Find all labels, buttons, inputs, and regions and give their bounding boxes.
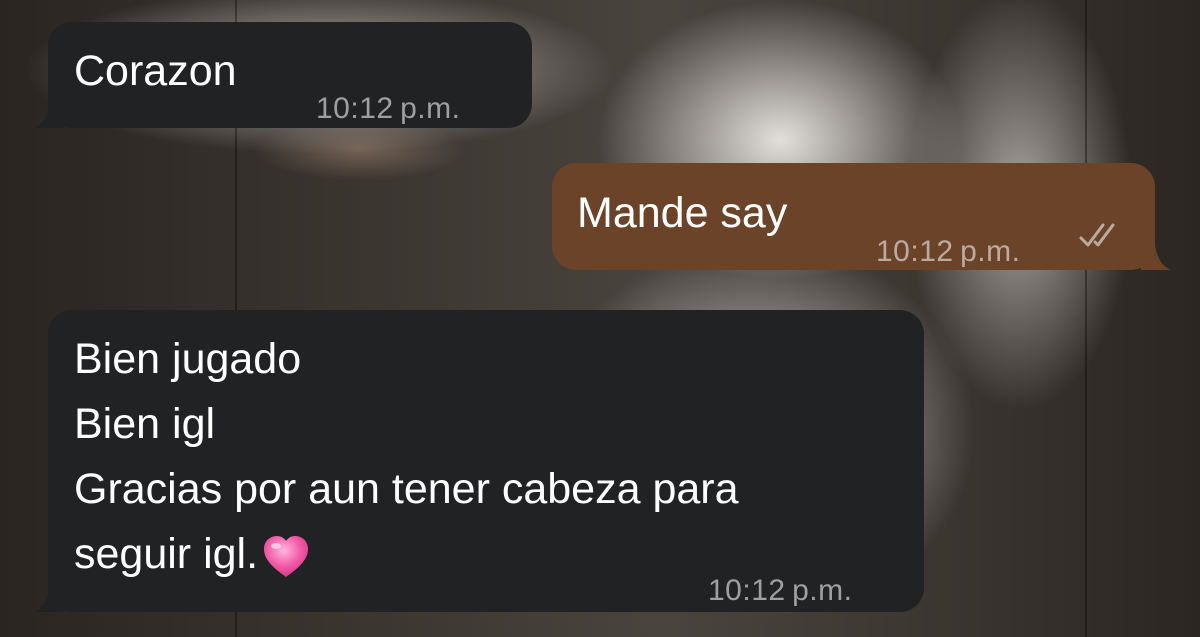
message-timestamp: 10:12 p.m.: [708, 574, 853, 607]
wallpaper-plank-line: [1085, 0, 1087, 637]
bubble-tail: [34, 102, 64, 128]
message-text: Corazon: [74, 47, 237, 95]
message-bubble-outgoing[interactable]: Mande say 10:12 p.m.: [552, 163, 1171, 270]
bubble-tail: [34, 586, 64, 612]
message-bubble-incoming[interactable]: Corazon 10:12 p.m.: [34, 22, 532, 128]
double-check-icon: [1079, 223, 1115, 247]
pink-heart-icon: [264, 535, 309, 577]
message-timestamp: 10:12 p.m.: [316, 92, 461, 125]
message-text: Mande say: [577, 189, 788, 237]
message-text-last-line: seguir igl.: [74, 522, 739, 587]
bubble-tail: [1141, 244, 1171, 270]
message-bubble-incoming[interactable]: Bien jugado Bien igl Gracias por aun ten…: [34, 310, 924, 612]
message-text-line: Gracias por aun tener cabeza para: [74, 465, 739, 513]
message-text-block: Bien jugado Bien igl Gracias por aun ten…: [74, 327, 739, 587]
message-text-line: Bien igl: [74, 400, 216, 448]
message-timestamp: 10:12 p.m.: [876, 235, 1021, 268]
message-text-line: Bien jugado: [74, 335, 302, 383]
message-text-line: seguir igl.: [74, 530, 259, 578]
